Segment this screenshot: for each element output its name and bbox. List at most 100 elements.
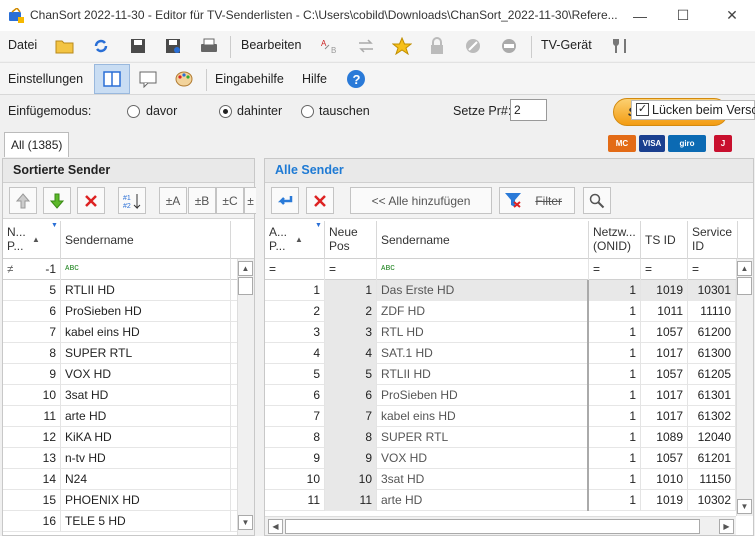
radio-after-label[interactable]: dahinter	[237, 104, 282, 118]
search-icon[interactable]	[583, 187, 611, 214]
skip-icon[interactable]	[461, 34, 485, 58]
table-row[interactable]: 2 2 ZDF HD 1 1011 11110	[265, 301, 753, 322]
close-button[interactable]: ✕	[709, 0, 755, 31]
plusminus-b-button[interactable]: ±B	[188, 187, 216, 214]
radio-after[interactable]	[219, 105, 232, 118]
table-row[interactable]: 11 arte HD	[3, 406, 254, 427]
table-row[interactable]: 8 8 SUPER RTL 1 1089 12040	[265, 427, 753, 448]
scroll-up-icon-right[interactable]: ▲	[737, 261, 752, 276]
scroll-left-icon[interactable]: ◀	[268, 519, 283, 534]
table-row[interactable]: 7 7 kabel eins HD 1 1017 61302	[265, 406, 753, 427]
table-row[interactable]: 4 4 SAT.1 HD 1 1017 61300	[265, 343, 753, 364]
menu-settings[interactable]: Einstellungen	[8, 72, 83, 86]
tools-icon[interactable]	[609, 34, 633, 58]
col-new-pos[interactable]: Neue Pos	[325, 221, 377, 259]
scroll-thumb-right[interactable]	[737, 277, 752, 295]
filter-name[interactable]: ᴀʙc	[61, 259, 231, 280]
table-row[interactable]: 10 10 3sat HD 1 1010 11150	[265, 469, 753, 490]
filter-old[interactable]: =	[265, 259, 325, 280]
sorted-vscroll[interactable]: ▲ ▼	[237, 259, 254, 535]
sorted-filter-row[interactable]: ≠ -1 ᴀʙc	[3, 259, 254, 280]
menu-help[interactable]: Hilfe	[302, 72, 327, 86]
plusminus-c-button[interactable]: ±C	[216, 187, 244, 214]
col-channel-name-right[interactable]: Sendername	[377, 221, 589, 259]
table-row[interactable]: 12 KiKA HD	[3, 427, 254, 448]
table-row[interactable]: 16 TELE 5 HD	[3, 511, 254, 532]
reload-icon[interactable]	[89, 34, 113, 58]
table-row[interactable]: 14 N24	[3, 469, 254, 490]
panel-layout-icon[interactable]	[94, 64, 130, 94]
table-row[interactable]: 9 9 VOX HD 1 1057 61201	[265, 448, 753, 469]
table-row[interactable]: 9 VOX HD	[3, 364, 254, 385]
set-pr-input[interactable]: 2	[510, 99, 547, 121]
table-row[interactable]: 8 SUPER RTL	[3, 343, 254, 364]
favorite-star-icon[interactable]	[390, 34, 414, 58]
scroll-right-icon[interactable]: ▶	[719, 519, 734, 534]
table-row[interactable]: 3 3 RTL HD 1 1057 61200	[265, 322, 753, 343]
menu-file[interactable]: Datei	[8, 38, 37, 52]
filter-icon-right[interactable]: ▼	[315, 222, 322, 229]
scroll-down-icon-right[interactable]: ▼	[737, 499, 752, 514]
menu-edit[interactable]: Bearbeiten	[241, 38, 301, 52]
filter-name-right[interactable]: ᴀʙc	[377, 259, 589, 280]
open-folder-icon[interactable]	[53, 34, 77, 58]
swap-ab-icon[interactable]: AB	[318, 34, 342, 58]
minimize-button[interactable]: —	[617, 0, 663, 31]
filter-icon[interactable]: ▼	[51, 222, 58, 229]
radio-swap-label[interactable]: tauschen	[319, 104, 370, 118]
radio-swap[interactable]	[301, 105, 314, 118]
col-service-id[interactable]: Service ID	[688, 221, 738, 259]
print-icon[interactable]	[197, 34, 221, 58]
help-icon[interactable]: ?	[344, 67, 368, 91]
col-onid[interactable]: Netzw... (ONID)	[589, 221, 641, 259]
radio-before[interactable]	[127, 105, 140, 118]
table-row[interactable]: 6 ProSieben HD	[3, 301, 254, 322]
table-row[interactable]: 13 n-tv HD	[3, 448, 254, 469]
gaps-checkbox-label[interactable]: Lücken beim Versch	[652, 103, 755, 117]
filter-tsid[interactable]: =	[641, 259, 688, 280]
save-icon[interactable]	[126, 34, 150, 58]
add-back-icon[interactable]	[271, 187, 299, 214]
menu-tv-device[interactable]: TV-Gerät	[541, 38, 592, 52]
table-row[interactable]: 10 3sat HD	[3, 385, 254, 406]
add-all-button[interactable]: << Alle hinzufügen	[350, 187, 492, 214]
all-vscroll[interactable]: ▲ ▼	[736, 259, 753, 516]
color-palette-icon[interactable]	[172, 67, 196, 91]
remove-all-icon[interactable]	[306, 187, 334, 214]
col-channel-name[interactable]: Sendername	[61, 221, 231, 259]
filter-nr[interactable]: -1	[13, 259, 61, 280]
plusminus-d-button[interactable]: ±	[244, 187, 256, 214]
scroll-up-icon[interactable]: ▲	[238, 261, 253, 276]
swap-icon[interactable]	[354, 34, 378, 58]
filter-onid[interactable]: =	[589, 259, 641, 280]
hscroll-thumb[interactable]	[285, 519, 700, 534]
renumber-icon[interactable]: #1 #2	[118, 187, 146, 214]
hide-icon[interactable]	[497, 34, 521, 58]
move-down-icon[interactable]	[43, 187, 71, 214]
table-row[interactable]: 5 RTLII HD	[3, 280, 254, 301]
gaps-checkbox[interactable]: ✓	[636, 103, 649, 116]
table-row[interactable]: 5 5 RTLII HD 1 1057 61205	[265, 364, 753, 385]
filter-sid[interactable]: =	[688, 259, 738, 280]
save-as-icon[interactable]	[161, 34, 185, 58]
tab-all[interactable]: All (1385)	[4, 132, 70, 157]
table-row[interactable]: 6 6 ProSieben HD 1 1017 61301	[265, 385, 753, 406]
filter-new[interactable]: =	[325, 259, 377, 280]
move-up-icon[interactable]	[9, 187, 37, 214]
all-filter-row[interactable]: = = ᴀʙc = = =	[265, 259, 753, 280]
message-icon[interactable]	[136, 67, 160, 91]
lock-icon[interactable]	[425, 34, 449, 58]
plusminus-a-button[interactable]: ±A	[159, 187, 187, 214]
maximize-button[interactable]: ☐	[660, 0, 706, 31]
table-row[interactable]: 11 11 arte HD 1 1019 10302	[265, 490, 753, 511]
table-row[interactable]: 7 kabel eins HD	[3, 322, 254, 343]
all-hscroll[interactable]: ◀ ▶	[265, 516, 736, 535]
table-row[interactable]: 1 1 Das Erste HD 1 1019 10301	[265, 280, 753, 301]
radio-before-label[interactable]: davor	[146, 104, 177, 118]
scroll-thumb[interactable]	[238, 277, 253, 295]
remove-icon[interactable]	[77, 187, 105, 214]
menu-input-help[interactable]: Eingabehilfe	[215, 72, 284, 86]
scroll-down-icon[interactable]: ▼	[238, 515, 253, 530]
table-row[interactable]: 15 PHOENIX HD	[3, 490, 254, 511]
col-tsid[interactable]: TS ID	[641, 221, 688, 259]
